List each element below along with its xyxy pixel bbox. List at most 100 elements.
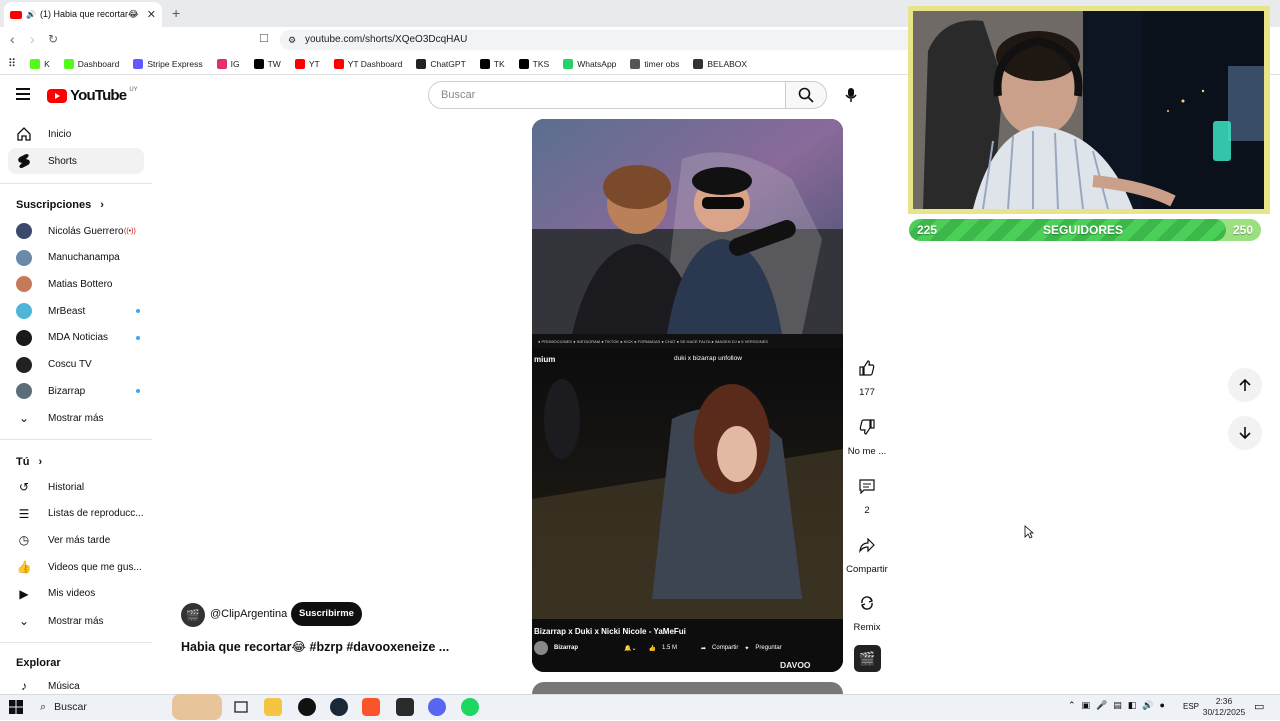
bookmark-stripe-express[interactable]: Stripe Express: [133, 58, 203, 69]
bookmark-label: ChatGPT: [430, 58, 466, 69]
bookmark-label: YT: [308, 58, 320, 69]
sidebar-item-clock[interactable]: ◷ Ver más tarde: [8, 527, 144, 553]
bookmark-yt[interactable]: YT: [294, 58, 320, 69]
country-code: UY: [129, 86, 138, 93]
short-video-player[interactable]: ● PROMOCIONES ● INSTAGRAM ● TIKTOK ● KIC…: [532, 119, 843, 672]
new-content-dot: [136, 389, 140, 394]
channel-avatar: [16, 356, 32, 373]
you-title: Tú: [16, 456, 30, 468]
channel-handle[interactable]: @ClipArgentina: [210, 608, 287, 620]
bookmark-label: TK: [493, 58, 505, 69]
inner-ask-icon: ✦: [744, 645, 750, 652]
bookmark-yt-dashboard[interactable]: YT Dashboard: [333, 58, 402, 69]
search-input[interactable]: Buscar: [428, 81, 786, 109]
sidebar-item-inicio[interactable]: Inicio: [8, 121, 144, 147]
active-tab[interactable]: 🔊 (1) Habia que recortar😂 #bz ✕: [4, 2, 162, 27]
subscription-item[interactable]: Matias Bottero: [8, 271, 144, 297]
apps-icon[interactable]: ⠿: [8, 57, 16, 70]
bookmark-favicon-icon: [416, 58, 427, 69]
subscription-item[interactable]: MDA Noticias: [8, 325, 144, 351]
subscription-item[interactable]: MrBeast: [8, 298, 144, 324]
close-tab-icon[interactable]: ✕: [147, 8, 156, 21]
sidebar-item-playlist[interactable]: ☰ Listas de reproducc...: [8, 501, 144, 527]
like-button[interactable]: 177: [846, 353, 888, 398]
bookmark-label: Dashboard: [77, 58, 120, 69]
subscriptions-heading[interactable]: Suscripciones ›: [16, 199, 104, 211]
obs-icon[interactable]: [298, 698, 316, 716]
short-title[interactable]: Habia que recortar😂 #bzrp #davooxeneize …: [181, 639, 449, 654]
show-more-subscriptions[interactable]: ⌄ Mostrar más: [8, 405, 144, 431]
sidebar-item-history[interactable]: ↺ Historial: [8, 474, 144, 500]
subscriptions-title: Suscripciones: [16, 199, 92, 211]
weather-widget-icon[interactable]: [172, 694, 222, 720]
avatar: [16, 249, 32, 266]
next-short-button[interactable]: [1228, 416, 1262, 450]
system-tray-icons[interactable]: ⌃▣🎤▤◧🔊●: [1068, 700, 1171, 711]
comments-button[interactable]: 2: [846, 471, 888, 516]
video-overlay-caption: duki x bizarrap unfollow: [674, 355, 742, 362]
bookmark-tks[interactable]: TKS: [518, 58, 549, 69]
previous-short-button[interactable]: [1228, 368, 1262, 402]
site-info-icon[interactable]: ⚙: [288, 30, 296, 50]
bookmark-whatsapp[interactable]: WhatsApp: [563, 58, 616, 69]
sound-thumbnail-icon[interactable]: 🎬: [854, 645, 881, 672]
voice-search-button[interactable]: [836, 81, 866, 109]
subscribe-button[interactable]: Suscribirme: [291, 602, 362, 626]
subscription-item[interactable]: Bizarrap: [8, 378, 144, 404]
clock-time: 2:36: [1215, 696, 1233, 706]
steam-icon[interactable]: [330, 698, 348, 716]
show-more-you[interactable]: ⌄ Mostrar más: [8, 608, 144, 634]
you-heading[interactable]: Tú ›: [16, 456, 42, 468]
bookmark-chatgpt[interactable]: ChatGPT: [416, 58, 466, 69]
bookmark-belabox[interactable]: BELABOX: [693, 58, 747, 69]
spotify-icon[interactable]: [461, 698, 479, 716]
bookmark-tw[interactable]: TW: [253, 58, 281, 69]
menu-icon[interactable]: [16, 88, 30, 100]
file-explorer-icon[interactable]: [264, 698, 282, 716]
inner-share-icon: ➦: [701, 645, 707, 652]
bookmark-dashboard[interactable]: Dashboard: [63, 58, 120, 69]
bookmark-label: K: [44, 58, 50, 69]
taskbar-search[interactable]: ⌕ Buscar: [32, 697, 172, 717]
reload-icon[interactable]: ↻: [48, 32, 58, 46]
remix-button[interactable]: Remix: [846, 588, 888, 633]
new-tab-icon[interactable]: +: [172, 5, 180, 21]
share-button[interactable]: Compartir: [846, 530, 888, 575]
sidebar-item-shorts[interactable]: Shorts: [8, 148, 144, 174]
taskbar-clock[interactable]: 2:36 30/12/2025: [1196, 696, 1252, 718]
sidebar-divider: [0, 642, 152, 643]
bookmark-label: timer obs: [644, 58, 680, 69]
subscription-item[interactable]: Nicolás Guerrero ((•)): [8, 218, 144, 244]
bookmark-icon[interactable]: ☐: [259, 32, 269, 45]
bookmark-ig[interactable]: IG: [216, 58, 240, 69]
task-view-icon[interactable]: [232, 698, 250, 716]
subscription-item[interactable]: Coscu TV: [8, 352, 144, 378]
subscription-item[interactable]: Manuchanampa: [8, 245, 144, 271]
epic-games-icon[interactable]: [396, 698, 414, 716]
dislike-icon: [852, 412, 882, 442]
bookmark-favicon-icon: [333, 58, 344, 69]
inner-channel-avatar: [534, 641, 548, 655]
bookmark-favicon-icon: [216, 58, 227, 69]
dislike-button[interactable]: No me ...: [846, 412, 888, 457]
subscription-label: Bizarrap: [48, 385, 86, 397]
bookmark-timer-obs[interactable]: timer obs: [630, 58, 680, 69]
forward-icon[interactable]: ›: [30, 31, 35, 47]
sidebar-item-like[interactable]: 👍 Videos que me gus...: [8, 554, 144, 580]
search-button[interactable]: [786, 81, 827, 109]
brave-browser-icon[interactable]: [362, 698, 380, 716]
speaker-icon[interactable]: 🔊: [26, 10, 36, 19]
inner-like-count: 1.5 M: [662, 645, 678, 651]
bookmark-k[interactable]: K: [30, 58, 50, 69]
discord-icon[interactable]: [428, 698, 446, 716]
back-icon[interactable]: ‹: [10, 31, 15, 47]
webcam-feed: [913, 11, 1264, 209]
sidebar-item-label: Listas de reproducc...: [48, 508, 144, 520]
sidebar-item-video[interactable]: ▶ Mis videos: [8, 581, 144, 607]
bookmark-favicon-icon: [63, 58, 74, 69]
youtube-logo[interactable]: YouTube UY: [47, 87, 138, 104]
bookmark-tk[interactable]: TK: [479, 58, 505, 69]
channel-avatar[interactable]: 🎬: [181, 603, 205, 627]
notifications-icon[interactable]: ▭: [1254, 700, 1264, 713]
windows-start-icon[interactable]: [9, 700, 23, 719]
